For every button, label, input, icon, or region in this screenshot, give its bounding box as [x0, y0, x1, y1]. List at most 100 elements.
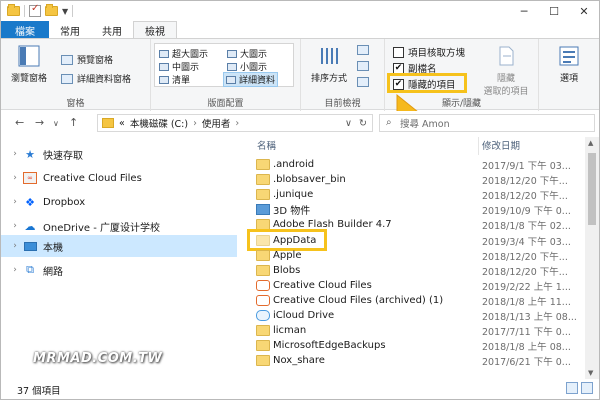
- nav-item-label: 快速存取: [43, 150, 83, 162]
- size-columns-button[interactable]: [357, 77, 369, 87]
- layout-item-label: 中圖示: [172, 63, 200, 73]
- up-icon[interactable]: ↑: [69, 116, 78, 129]
- table-row[interactable]: .android 2017/9/1 下午 03...: [241, 157, 585, 172]
- breadcrumb-separator-icon: ›: [193, 117, 197, 129]
- item-checkboxes-option[interactable]: 項目核取方塊: [393, 45, 465, 59]
- minimize-icon[interactable]: ─: [509, 1, 539, 21]
- recent-locations-icon[interactable]: ∨: [53, 119, 59, 128]
- folder-icon: [256, 159, 270, 170]
- star-icon: ★: [25, 147, 35, 161]
- layout-extra-large-icons[interactable]: 超大圖示: [159, 47, 208, 60]
- table-row[interactable]: Apple 2018/12/20 下午...: [241, 248, 585, 263]
- nav-item-quick-access[interactable]: › ★ 快速存取: [1, 143, 237, 165]
- layout-gallery: 超大圖示 大圖示 中圖示 小圖示 清單 詳細資料: [154, 43, 294, 87]
- table-row[interactable]: 3D 物件 2019/10/9 下午 0...: [241, 202, 585, 217]
- expand-chevron-icon[interactable]: ›: [7, 221, 23, 231]
- medium-icons-icon: [159, 62, 169, 71]
- path-overflow[interactable]: «: [119, 118, 125, 129]
- table-row[interactable]: licman 2017/7/11 下午 0...: [241, 323, 585, 338]
- table-row[interactable]: Blobs 2018/12/20 下午...: [241, 263, 585, 278]
- navigation-pane-button[interactable]: 瀏覽窗格: [9, 45, 49, 84]
- new-folder-icon[interactable]: [45, 4, 58, 16]
- watermark: MRMAD.COM.TW: [33, 351, 163, 366]
- nav-item-network[interactable]: › ⧉ 網路: [1, 259, 237, 281]
- column-header-date[interactable]: 修改日期: [482, 137, 520, 153]
- table-row[interactable]: MicrosoftEdgeBackups 2018/1/8 上午 08...: [241, 338, 585, 353]
- layout-list[interactable]: 清單: [159, 73, 190, 86]
- table-row[interactable]: .blobsaver_bin 2018/12/20 下午...: [241, 172, 585, 187]
- file-name: .junique: [273, 189, 314, 200]
- close-icon[interactable]: ✕: [569, 1, 599, 21]
- forward-icon[interactable]: →: [35, 116, 44, 129]
- hide-selected-items-button[interactable]: 隱藏 選取的項目: [477, 45, 535, 97]
- large-icons-view-icon[interactable]: [581, 382, 593, 394]
- options-button[interactable]: 選項: [547, 45, 591, 84]
- 3d-objects-icon: [256, 204, 270, 215]
- table-row[interactable]: iCloud Drive 2018/1/13 上午 08...: [241, 308, 585, 323]
- tab-view[interactable]: 檢視: [133, 21, 177, 39]
- file-date: 2019/3/4 下午 03...: [482, 236, 571, 248]
- item-checkboxes-label: 項目核取方塊: [408, 48, 466, 59]
- table-row[interactable]: Nox_share 2017/6/21 下午 0...: [241, 353, 585, 368]
- address-bar[interactable]: « 本機磁碟 (C:) › 使用者 › ∨ ↻: [97, 114, 373, 132]
- nav-item-creative-cloud[interactable]: › ∞ Creative Cloud Files: [1, 167, 237, 189]
- tab-share[interactable]: 共用: [91, 21, 133, 39]
- vertical-scrollbar[interactable]: ▲ ▼: [585, 137, 599, 379]
- nav-item-label: Creative Cloud Files: [43, 172, 142, 184]
- details-view-icon[interactable]: [566, 382, 578, 394]
- tab-home[interactable]: 常用: [49, 21, 91, 39]
- window-controls: ─ ☐ ✕: [509, 1, 599, 21]
- item-checkboxes-checkbox[interactable]: [393, 46, 404, 58]
- file-name: MicrosoftEdgeBackups: [273, 340, 386, 351]
- add-columns-icon: [357, 61, 369, 71]
- search-input[interactable]: 搜尋 Amon: [400, 116, 450, 130]
- file-name: licman: [273, 325, 307, 336]
- search-box[interactable]: 搜尋 Amon ⌕: [379, 114, 595, 132]
- expand-chevron-icon[interactable]: ›: [7, 149, 23, 159]
- maximize-icon[interactable]: ☐: [539, 1, 569, 21]
- quick-access-toolbar: ▼: [7, 3, 74, 18]
- nav-item-onedrive[interactable]: › ☁ OneDrive - 广厦设计学校: [1, 215, 237, 237]
- expand-chevron-icon[interactable]: ›: [7, 265, 23, 275]
- details-pane-button[interactable]: 詳細資料窗格: [61, 72, 131, 85]
- preview-pane-button[interactable]: 預覽窗格: [61, 53, 113, 66]
- table-row[interactable]: .junique 2018/12/20 下午...: [241, 187, 585, 202]
- column-header-name[interactable]: 名稱: [257, 137, 276, 153]
- add-columns-button[interactable]: [357, 61, 369, 71]
- nav-item-this-pc[interactable]: › 本機: [1, 235, 237, 257]
- scroll-up-icon[interactable]: ▲: [588, 139, 593, 147]
- group-by-button[interactable]: [357, 45, 369, 55]
- breadcrumb-users[interactable]: 使用者: [202, 116, 231, 130]
- table-row[interactable]: Creative Cloud Files 2019/2/22 上午 1...: [241, 278, 585, 293]
- file-extensions-checkbox[interactable]: ✔: [393, 62, 404, 74]
- file-explorer-window: ▼ ─ ☐ ✕ 檔案 常用 共用 檢視 瀏覽窗格 預覽窗格: [0, 0, 600, 400]
- refresh-icon[interactable]: ↻: [359, 118, 367, 129]
- layout-large-icons[interactable]: 大圖示: [227, 47, 267, 60]
- address-dropdown-icon[interactable]: ∨: [345, 118, 352, 129]
- creative-cloud-icon: [256, 295, 270, 306]
- properties-icon[interactable]: [29, 3, 41, 17]
- folder-icon: [256, 340, 270, 351]
- file-date: 2018/12/20 下午...: [482, 266, 568, 278]
- nav-item-dropbox[interactable]: › ❖ Dropbox: [1, 191, 237, 213]
- expand-chevron-icon[interactable]: ›: [7, 241, 23, 251]
- expand-chevron-icon[interactable]: ›: [7, 173, 23, 183]
- column-divider[interactable]: [478, 137, 479, 155]
- list-icon: [159, 75, 169, 84]
- layout-item-label: 詳細資料: [239, 76, 276, 86]
- layout-details[interactable]: 詳細資料: [223, 72, 279, 87]
- customize-qat-icon[interactable]: ▼: [62, 7, 68, 16]
- nav-item-label: 本機: [43, 242, 63, 254]
- folder-icon: [256, 189, 270, 200]
- scroll-thumb[interactable]: [588, 153, 596, 225]
- back-icon[interactable]: ←: [15, 116, 24, 129]
- tab-file[interactable]: 檔案: [1, 21, 49, 39]
- layout-medium-icons[interactable]: 中圖示: [159, 60, 199, 73]
- expand-chevron-icon[interactable]: ›: [7, 197, 23, 207]
- file-date: 2018/1/8 上午 08...: [482, 341, 571, 353]
- scroll-down-icon[interactable]: ▼: [588, 369, 593, 377]
- sort-by-button[interactable]: 排序方式: [307, 45, 351, 84]
- table-row[interactable]: Creative Cloud Files (archived) (1) 2018…: [241, 293, 585, 308]
- group-panes: 瀏覽窗格 預覽窗格 詳細資料窗格 窗格: [1, 39, 151, 111]
- breadcrumb-drive[interactable]: 本機磁碟 (C:): [130, 116, 188, 130]
